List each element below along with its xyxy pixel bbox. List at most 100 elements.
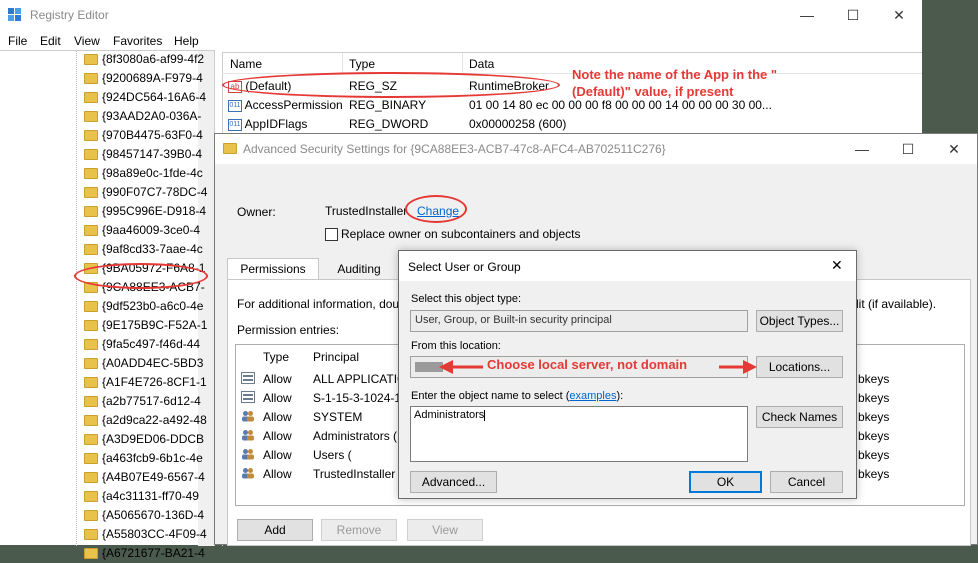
tree-item[interactable]: {98a89e0c-1fde-4c bbox=[84, 164, 203, 183]
folder-icon bbox=[84, 130, 98, 142]
tree-item[interactable]: {A6721677-BA21-4 bbox=[84, 544, 205, 563]
tree-item[interactable]: {9af8cd33-7aae-4c bbox=[84, 240, 203, 259]
tree-item[interactable]: {8f3080a6-af99-4f2 bbox=[84, 50, 204, 69]
close-icon[interactable]: ✕ bbox=[876, 0, 922, 30]
user-group-icon bbox=[241, 447, 255, 466]
permission-entries-label: Permission entries: bbox=[237, 323, 340, 337]
tree-item[interactable]: {A1F4E726-8CF1-1 bbox=[84, 373, 207, 392]
minimize-icon[interactable]: — bbox=[784, 0, 830, 30]
tree-item[interactable]: {a2d9ca22-a492-48 bbox=[84, 411, 207, 430]
entry-principal: ALL APPLICATIO bbox=[313, 372, 407, 386]
tree-item[interactable]: {a463fcb9-6b1c-4e bbox=[84, 449, 203, 468]
object-type-field: User, Group, or Built-in security princi… bbox=[410, 310, 748, 332]
tree-item[interactable]: {9fa5c497-f46d-44 bbox=[84, 335, 200, 354]
view-button[interactable]: View bbox=[407, 519, 483, 541]
object-types-button[interactable]: Object Types... bbox=[756, 310, 843, 332]
tree-item-label: {a2b77517-6d12-4 bbox=[102, 394, 201, 408]
entry-principal: Users ( bbox=[313, 448, 352, 462]
col-type[interactable]: Type bbox=[349, 57, 375, 71]
replace-owner-checkbox[interactable] bbox=[325, 228, 338, 241]
registry-titlebar: Registry Editor — ☐ ✕ bbox=[0, 0, 922, 30]
locations-button[interactable]: Locations... bbox=[756, 356, 843, 378]
tree-item[interactable]: {A55803CC-4F09-4 bbox=[84, 525, 207, 544]
tree-item[interactable]: {9200689A-F979-4 bbox=[84, 69, 203, 88]
folder-icon bbox=[84, 111, 98, 123]
advsec-title: Advanced Security Settings for {9CA88EE3… bbox=[243, 142, 666, 156]
tree-item[interactable]: {a4c31131-ff70-49 bbox=[84, 487, 199, 506]
entry-type: Allow bbox=[263, 448, 292, 462]
entry-applies-to: bkeys bbox=[858, 391, 890, 405]
menu-favorites[interactable]: Favorites bbox=[113, 34, 162, 48]
tree-item[interactable]: {970B4475-63F0-4 bbox=[84, 126, 203, 145]
folder-icon bbox=[84, 73, 98, 85]
entry-principal: Administrators ( bbox=[313, 429, 398, 443]
maximize-icon[interactable]: ☐ bbox=[885, 134, 931, 164]
enter-name-label: Enter the object name to select (example… bbox=[411, 390, 623, 402]
check-names-label: Check Names bbox=[761, 410, 838, 424]
tree-item[interactable]: {A5065670-136D-4 bbox=[84, 506, 204, 525]
tree-item[interactable]: {9aa46009-3ce0-4 bbox=[84, 221, 200, 240]
app-package-icon bbox=[241, 371, 255, 390]
advanced-button[interactable]: Advanced... bbox=[410, 471, 497, 493]
menu-edit[interactable]: Edit bbox=[40, 34, 61, 48]
tree-item[interactable]: {93AAD2A0-036A- bbox=[84, 107, 201, 126]
minimize-icon[interactable]: — bbox=[839, 134, 885, 164]
value-name: AccessPermission bbox=[244, 98, 343, 112]
tree-item[interactable]: {924DC564-16A6-4 bbox=[84, 88, 206, 107]
tree-item-label: {a463fcb9-6b1c-4e bbox=[102, 451, 203, 465]
add-button[interactable]: Add bbox=[237, 519, 313, 541]
menu-help[interactable]: Help bbox=[174, 34, 199, 48]
value-row[interactable]: 011 AppIDFlags bbox=[228, 115, 307, 134]
select-title: Select User or Group bbox=[408, 260, 521, 274]
menu-view[interactable]: View bbox=[74, 34, 100, 48]
tree-item[interactable]: {9df523b0-a6c0-4e bbox=[84, 297, 203, 316]
registry-app-icon bbox=[8, 8, 22, 22]
tree-item[interactable]: {9E175B9C-F52A-1 bbox=[84, 316, 207, 335]
advanced-label: Advanced... bbox=[421, 475, 486, 489]
value-row[interactable]: 011 AccessPermission bbox=[228, 96, 343, 115]
tree-item[interactable]: {A4B07E49-6567-4 bbox=[84, 468, 205, 487]
change-link-highlight bbox=[405, 195, 467, 223]
col-type-header[interactable]: Type bbox=[263, 350, 289, 364]
tab-permissions-label: Permissions bbox=[240, 262, 306, 276]
col-data[interactable]: Data bbox=[469, 57, 494, 71]
check-names-button[interactable]: Check Names bbox=[756, 406, 843, 428]
close-icon[interactable]: ✕ bbox=[831, 257, 843, 274]
cancel-button[interactable]: Cancel bbox=[770, 471, 843, 493]
tree-item-label: {A3D9ED06-DDCB bbox=[102, 432, 205, 446]
remove-button[interactable]: Remove bbox=[321, 519, 397, 541]
folder-icon bbox=[84, 225, 98, 237]
tree-item[interactable]: {A3D9ED06-DDCB bbox=[84, 430, 204, 449]
dword-value-icon: 011 bbox=[228, 118, 242, 131]
object-name-input[interactable]: Administrators bbox=[410, 406, 748, 462]
maximize-icon[interactable]: ☐ bbox=[830, 0, 876, 30]
user-group-icon bbox=[241, 428, 255, 447]
select-titlebar: Select User or Group ✕ bbox=[399, 251, 856, 281]
tree-item[interactable]: {98457147-39B0-4 bbox=[84, 145, 202, 164]
tab-permissions[interactable]: Permissions bbox=[227, 258, 319, 280]
menu-file[interactable]: File bbox=[8, 34, 27, 48]
col-divider bbox=[462, 53, 463, 73]
ok-button[interactable]: OK bbox=[689, 471, 762, 493]
value-data: 0x00000258 (600) bbox=[469, 117, 567, 131]
tree-item[interactable]: {a2b77517-6d12-4 bbox=[84, 392, 201, 411]
tree-item-label: {8f3080a6-af99-4f2 bbox=[102, 52, 205, 66]
entry-type: Allow bbox=[263, 467, 292, 481]
tree-item[interactable]: {995C996E-D918-4 bbox=[84, 202, 206, 221]
owner-value: TrustedInstaller bbox=[325, 204, 408, 218]
tab-auditing[interactable]: Auditing bbox=[321, 260, 397, 280]
user-group-icon bbox=[241, 466, 255, 485]
entry-applies-to: bkeys bbox=[858, 467, 890, 481]
object-types-label: Object Types... bbox=[759, 314, 840, 328]
location-annotation: Choose local server, not domain bbox=[487, 357, 688, 372]
tree-item[interactable]: {A0ADD4EC-5BD3 bbox=[84, 354, 203, 373]
object-type-label: Select this object type: bbox=[411, 293, 522, 305]
folder-icon bbox=[84, 244, 98, 256]
col-name[interactable]: Name bbox=[230, 57, 262, 71]
close-icon[interactable]: ✕ bbox=[931, 134, 977, 164]
folder-icon bbox=[84, 510, 98, 522]
examples-link[interactable]: examples bbox=[569, 390, 616, 402]
col-principal-header[interactable]: Principal bbox=[313, 350, 359, 364]
tree-item-label: {9fa5c497-f46d-44 bbox=[102, 337, 201, 351]
tree-item[interactable]: {990F07C7-78DC-4 bbox=[84, 183, 207, 202]
